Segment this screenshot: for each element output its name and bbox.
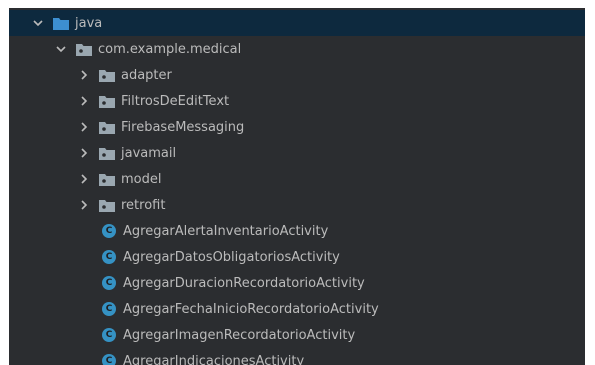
class-icon: C <box>102 276 116 290</box>
class-icon: C <box>102 224 116 238</box>
package-icon <box>99 95 115 108</box>
tree-node-label: retrofit <box>121 197 166 213</box>
tree-node-package-javamail[interactable]: javamail <box>9 140 585 166</box>
tree-node-package-retrofit[interactable]: retrofit <box>9 192 585 218</box>
chevron-down-icon[interactable] <box>54 42 68 56</box>
tree-node-label: AgregarFechaInicioRecordatorioActivity <box>123 301 379 317</box>
class-icon: C <box>102 328 116 342</box>
tree-node-package-firebasemessaging[interactable]: FirebaseMessaging <box>9 114 585 140</box>
chevron-right-icon[interactable] <box>77 120 91 134</box>
tree-node-java[interactable]: java <box>9 10 585 36</box>
chevron-right-icon[interactable] <box>77 68 91 82</box>
tree-node-class[interactable]: C AgregarAlertaInventarioActivity <box>9 218 585 244</box>
tree-node-class[interactable]: C AgregarFechaInicioRecordatorioActivity <box>9 296 585 322</box>
tree-node-label: java <box>75 15 103 31</box>
tree-node-package-model[interactable]: model <box>9 166 585 192</box>
tree-node-label: AgregarAlertaInventarioActivity <box>123 223 329 239</box>
class-icon: C <box>102 250 116 264</box>
tree-node-package-adapter[interactable]: adapter <box>9 62 585 88</box>
tree-node-class[interactable]: C AgregarImagenRecordatorioActivity <box>9 322 585 348</box>
tree-node-package-filtrosdeedittext[interactable]: FiltrosDeEditText <box>9 88 585 114</box>
tree-node-class[interactable]: C AgregarDatosObligatoriosActivity <box>9 244 585 270</box>
tree-node-package-medical[interactable]: com.example.medical <box>9 36 585 62</box>
tree-node-label: javamail <box>121 145 177 161</box>
tree-node-label: model <box>121 171 162 187</box>
project-tree-panel: java com.example.medical adapter Filtros… <box>9 8 585 365</box>
tree-node-label: com.example.medical <box>98 41 242 57</box>
tree-node-class[interactable]: C AgregarIndicacionesActivity <box>9 348 585 365</box>
chevron-down-icon[interactable] <box>31 16 45 30</box>
source-folder-icon <box>53 17 69 30</box>
package-icon <box>99 69 115 82</box>
package-icon <box>99 147 115 160</box>
class-icon: C <box>102 302 116 316</box>
package-icon <box>99 199 115 212</box>
chevron-right-icon[interactable] <box>77 172 91 186</box>
chevron-right-icon[interactable] <box>77 198 91 212</box>
tree-node-label: AgregarImagenRecordatorioActivity <box>123 327 356 343</box>
package-icon <box>99 173 115 186</box>
chevron-right-icon[interactable] <box>77 146 91 160</box>
tree-node-label: AgregarDatosObligatoriosActivity <box>123 249 340 265</box>
chevron-right-icon[interactable] <box>77 94 91 108</box>
tree-node-label: FirebaseMessaging <box>121 119 245 135</box>
class-icon: C <box>102 354 116 365</box>
tree-node-label: adapter <box>121 67 172 83</box>
tree-node-label: FiltrosDeEditText <box>121 93 230 109</box>
tree-node-label: AgregarIndicacionesActivity <box>123 353 305 365</box>
tree-node-class[interactable]: C AgregarDuracionRecordatorioActivity <box>9 270 585 296</box>
package-icon <box>99 121 115 134</box>
tree-node-label: AgregarDuracionRecordatorioActivity <box>123 275 365 291</box>
package-icon <box>76 43 92 56</box>
